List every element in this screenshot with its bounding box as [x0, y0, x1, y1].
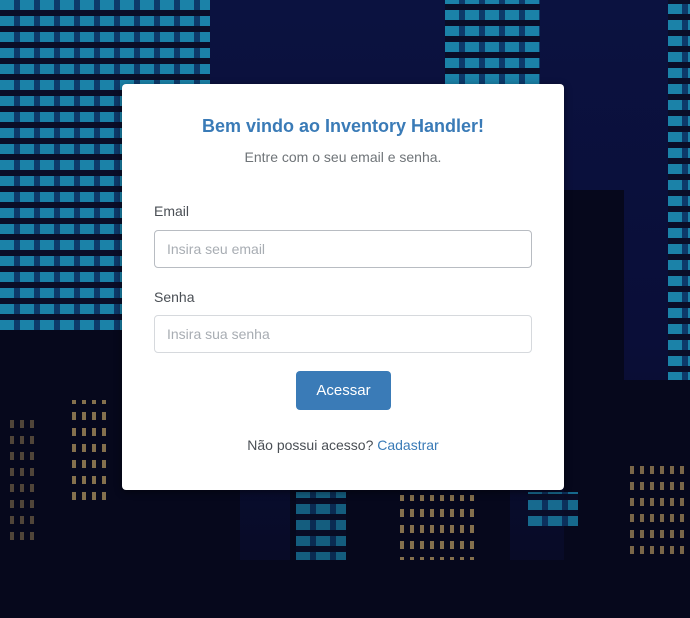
login-subtitle: Entre com o seu email e senha. — [244, 149, 442, 165]
register-link[interactable]: Cadastrar — [377, 437, 438, 453]
login-card: Bem vindo ao Inventory Handler! Entre co… — [122, 84, 564, 490]
email-label: Email — [154, 203, 190, 219]
login-title: Bem vindo ao Inventory Handler! — [201, 116, 485, 136]
email-field[interactable] — [154, 230, 532, 268]
password-label: Senha — [154, 289, 195, 305]
submit-button[interactable]: Acessar — [296, 371, 391, 410]
no-access-text: Não possui acesso? — [247, 437, 374, 453]
password-field[interactable] — [154, 315, 532, 353]
register-prompt: Não possui acesso? Cadastrar — [122, 437, 564, 453]
